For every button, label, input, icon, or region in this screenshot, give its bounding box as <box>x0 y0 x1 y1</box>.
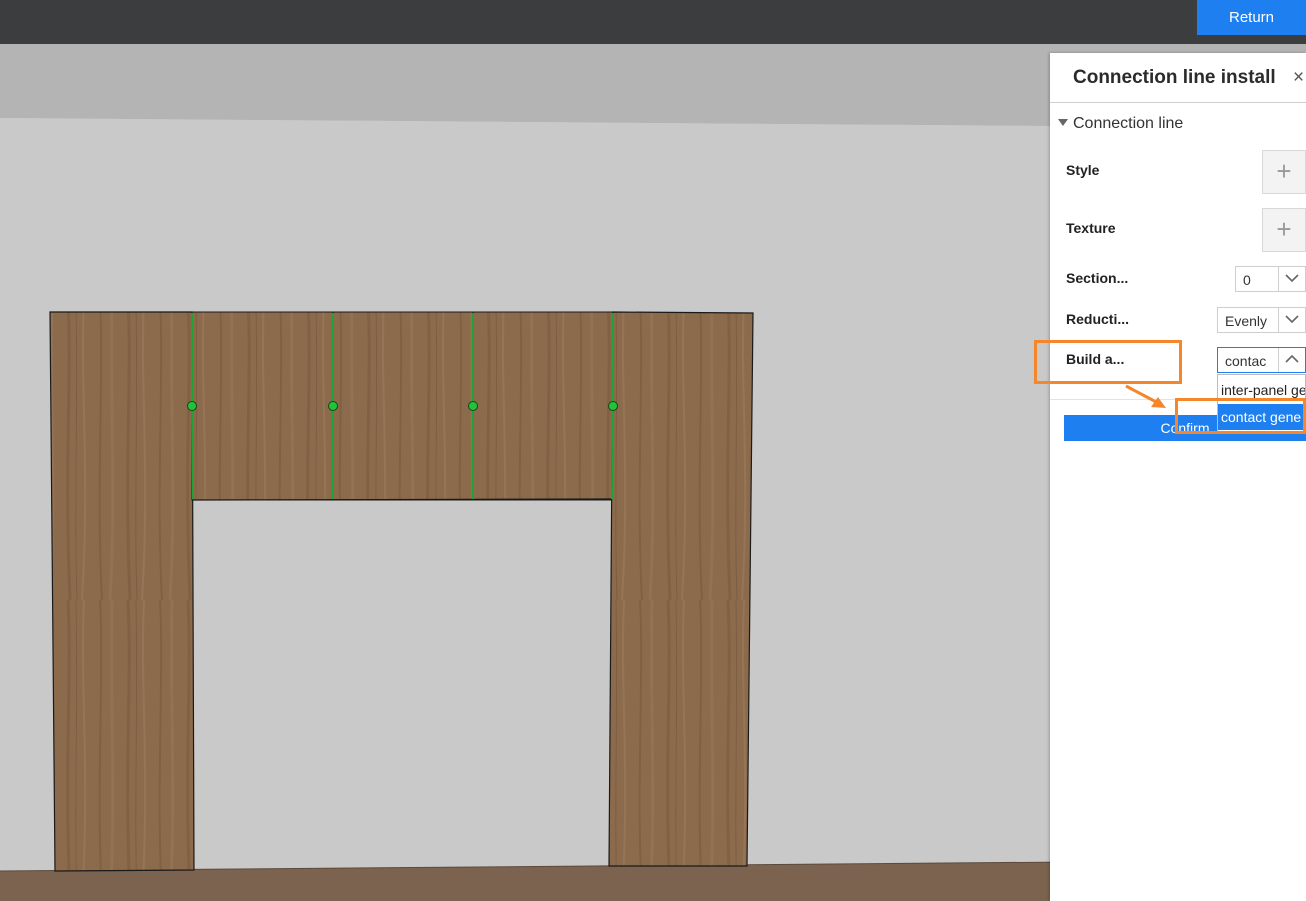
wood-panel-right <box>608 311 754 867</box>
wood-panel-top-2 <box>332 311 474 501</box>
collapse-triangle-icon <box>1058 119 1068 126</box>
connection-line-panel: Connection line install × Connection lin… <box>1050 53 1306 901</box>
build-mode-dropdown: inter-panel ge contact gene <box>1217 374 1306 432</box>
divider <box>1050 102 1306 103</box>
connection-point-marker <box>187 401 197 411</box>
connection-point-marker <box>468 401 478 411</box>
connection-point-marker <box>608 401 618 411</box>
build-mode-value: contac <box>1225 353 1267 369</box>
reduction-select[interactable]: Evenly <box>1217 307 1306 333</box>
build-mode-label: Build a... <box>1066 351 1125 367</box>
dropdown-option-contact[interactable]: contact gene <box>1218 404 1305 430</box>
wood-panel-left <box>49 311 195 872</box>
section-count-label: Section... <box>1066 270 1129 286</box>
panel-title: Connection line install <box>1073 67 1276 88</box>
add-style-button[interactable]: + <box>1262 150 1306 194</box>
chevron-down-icon[interactable] <box>1278 308 1305 332</box>
texture-label: Texture <box>1066 220 1116 236</box>
top-toolbar: Return <box>0 0 1306 44</box>
chevron-up-icon[interactable] <box>1278 348 1305 372</box>
style-label: Style <box>1066 162 1100 178</box>
reduction-label: Reducti... <box>1066 311 1130 327</box>
wood-panel-top-3 <box>472 311 614 501</box>
section-label: Connection line <box>1073 115 1184 132</box>
section-toggle-connection-line[interactable]: Connection line <box>1058 115 1183 133</box>
add-texture-button[interactable]: + <box>1262 208 1306 252</box>
build-mode-select[interactable]: contac <box>1217 347 1306 373</box>
connection-point-marker <box>328 401 338 411</box>
close-icon[interactable]: × <box>1293 67 1304 89</box>
wood-panel-top-1 <box>191 311 334 501</box>
dropdown-option-inter-panel[interactable]: inter-panel ge <box>1218 377 1305 403</box>
return-button[interactable]: Return <box>1197 0 1306 35</box>
chevron-down-icon[interactable] <box>1278 267 1305 291</box>
reduction-value: Evenly <box>1225 313 1268 329</box>
section-count-select[interactable]: 0 <box>1235 266 1306 292</box>
section-count-value: 0 <box>1243 272 1251 288</box>
